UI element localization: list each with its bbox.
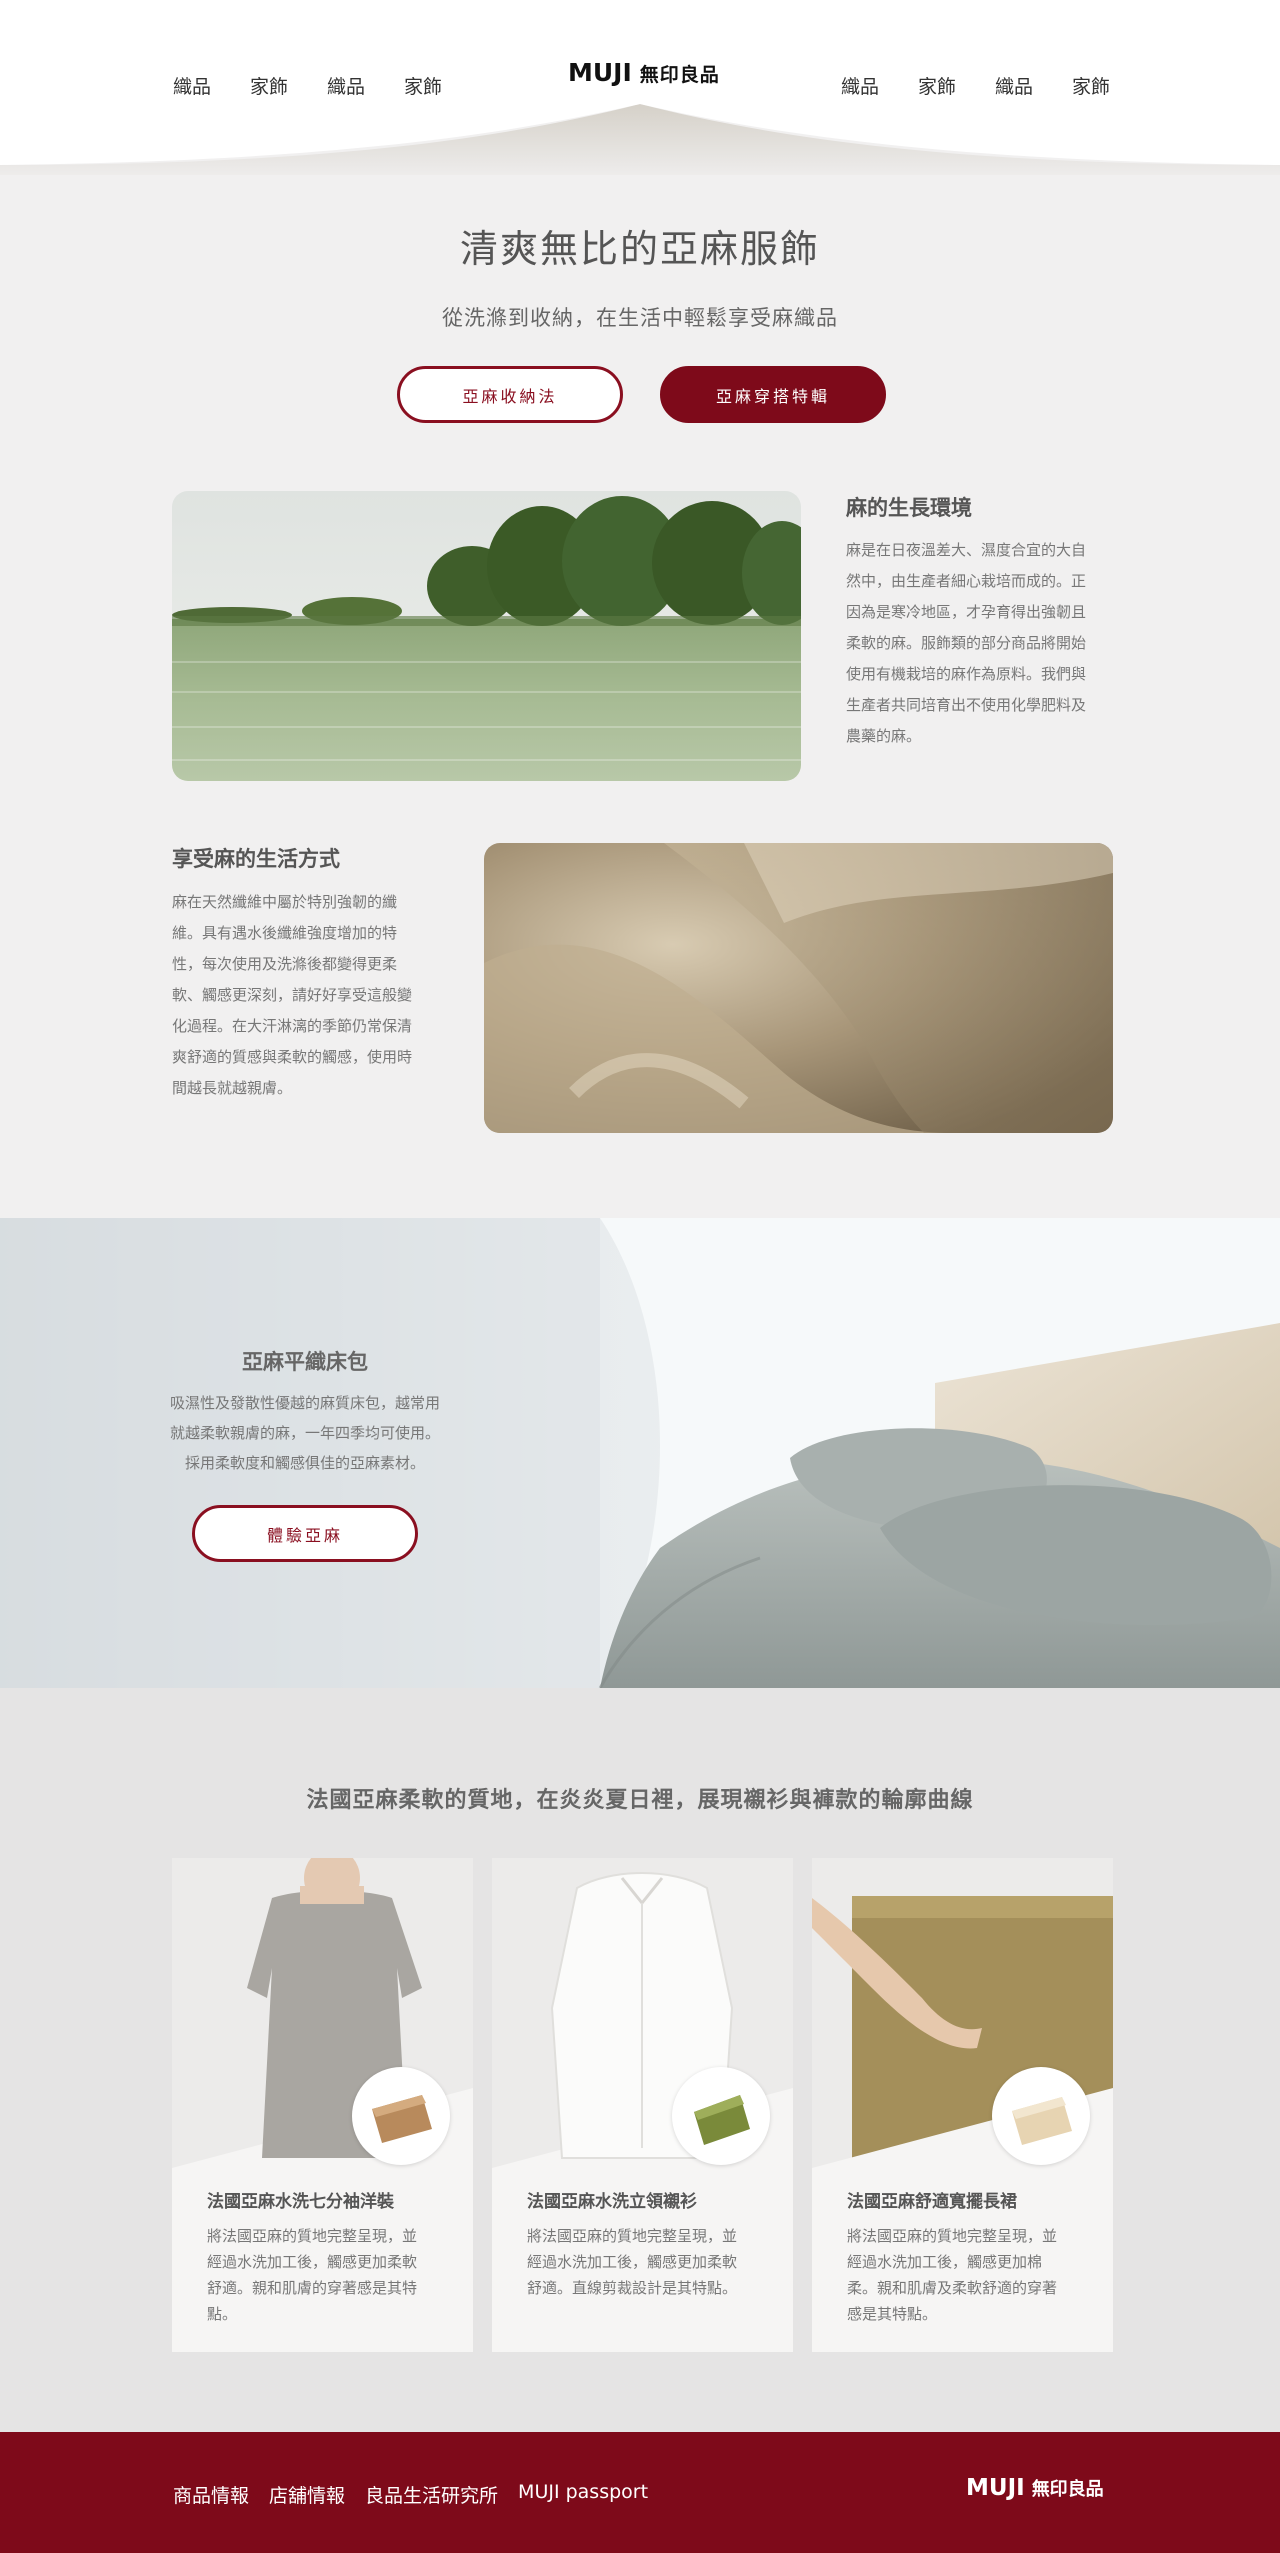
product-desc-line: 感是其特點。 — [847, 2305, 938, 2323]
products-title: 法國亞麻柔軟的質地，在炎炎夏日裡，展現襯衫與褲款的輪廓曲線 — [306, 1788, 974, 1813]
logo-cn: 無印良品 — [639, 64, 720, 86]
feature-1-title: 麻的生長環境 — [846, 496, 972, 520]
footer-link-products[interactable]: 商品情報 — [173, 2481, 249, 2508]
product-desc-line: 舒適。直線剪裁設計是其特點。 — [527, 2279, 738, 2297]
feature-1-line: 農藥的麻。 — [846, 727, 922, 745]
product-name: 法國亞麻水洗立領襯衫 — [527, 2192, 697, 2212]
feature-2-line: 性，每次使用及洗滌後都變得更柔 — [172, 955, 398, 973]
feature-2-line: 麻在天然纖維中屬於特別強韌的纖 — [172, 893, 398, 911]
product-desc-line: 柔。親和肌膚及柔軟舒適的穿著 — [847, 2279, 1058, 2297]
footer-logo-cn: 無印良品 — [1031, 2479, 1104, 2500]
feature-1-line: 生產者共同培育出不使用化學肥料及 — [846, 696, 1087, 714]
nav-right-item-4[interactable]: 家飾 — [1072, 72, 1149, 99]
nav-left-item-2[interactable]: 家飾 — [250, 72, 327, 99]
product-card[interactable]: 法國亞麻舒適寬擺長裙 將法國亞麻的質地完整呈現，並 經過水洗加工後，觸感更加棉 … — [812, 1858, 1113, 2352]
product-desc-line: 將法國亞麻的質地完整呈現，並 — [207, 2227, 418, 2245]
nav-right-item-1[interactable]: 織品 — [841, 72, 918, 99]
product-desc: 將法國亞麻的質地完整呈現，並 經過水洗加工後，觸感更加棉 柔。親和肌膚及柔軟舒適… — [847, 2223, 1087, 2327]
footer-link-passport[interactable]: MUJI passport — [518, 2481, 648, 2508]
site-footer: 商品情報 店舖情報 良品生活研究所 MUJI passport MUJI 無印良… — [0, 2432, 1280, 2553]
nav-left: 織品 家飾 織品 家飾 — [173, 72, 481, 99]
product-desc-line: 經過水洗加工後，觸感更加柔軟 — [207, 2253, 418, 2271]
feature-2-line: 間越長就越親膚。 — [172, 1079, 293, 1097]
product-fabric-swatch — [992, 2067, 1090, 2165]
linen-storage-button[interactable]: 亞麻收納法 — [397, 366, 623, 423]
feature-2-line: 軟、觸感更深刻，請好好享受這般變 — [172, 986, 413, 1004]
bedding-line: 吸濕性及發散性優越的麻質床包，越常用 — [169, 1394, 440, 1412]
product-fabric-swatch — [352, 2067, 450, 2165]
bedding-line: 採用柔軟度和觸感俱佳的亞麻素材。 — [184, 1454, 425, 1472]
feature-1-line: 使用有機栽培的麻作為原料。我們與 — [846, 665, 1087, 683]
product-desc-line: 舒適。親和肌膚的穿著感是其特 — [207, 2279, 418, 2297]
feature-1-text: 麻是在日夜溫差大、濕度合宜的大自 然中，由生產者細心栽培而成的。正 因為是寒冷地… — [846, 535, 1116, 752]
nav-left-item-4[interactable]: 家飾 — [404, 72, 481, 99]
product-desc: 將法國亞麻的質地完整呈現，並 經過水洗加工後，觸感更加柔軟 舒適。直線剪裁設計是… — [527, 2223, 767, 2301]
feature-2-line: 爽舒適的質感與柔軟的觸感，使用時 — [172, 1048, 413, 1066]
feature-2-title: 享受麻的生活方式 — [172, 847, 340, 871]
linen-fabric-photo — [484, 843, 1113, 1133]
logo-latin: MUJI — [568, 58, 632, 87]
muji-logo[interactable]: MUJI 無印良品 — [568, 58, 720, 87]
feature-1-line: 然中，由生產者細心栽培而成的。正 — [846, 572, 1087, 590]
bedding-text: 吸濕性及發散性優越的麻質床包，越常用 就越柔軟親膚的麻，一年四季均可使用。 採用… — [140, 1388, 470, 1478]
feature-2-line: 維。具有遇水後纖維強度增加的特 — [172, 924, 398, 942]
product-card[interactable]: 法國亞麻水洗七分袖洋裝 將法國亞麻的質地完整呈現，並 經過水洗加工後，觸感更加柔… — [172, 1858, 473, 2352]
product-name: 法國亞麻水洗七分袖洋裝 — [207, 2192, 394, 2212]
feature-1-line: 因為是寒冷地區，才孕育得出強韌且 — [846, 603, 1087, 621]
product-name: 法國亞麻舒適寬擺長裙 — [847, 2192, 1017, 2212]
footer-muji-logo[interactable]: MUJI 無印良品 — [966, 2475, 1104, 2501]
product-card[interactable]: 法國亞麻水洗立領襯衫 將法國亞麻的質地完整呈現，並 經過水洗加工後，觸感更加柔軟… — [492, 1858, 793, 2352]
footer-link-stores[interactable]: 店舖情報 — [269, 2481, 345, 2508]
footer-logo-latin: MUJI — [966, 2475, 1025, 2501]
feature-2-line: 化過程。在大汗淋漓的季節仍常保清 — [172, 1017, 413, 1035]
nav-right-item-2[interactable]: 家飾 — [918, 72, 995, 99]
feature-2-text: 麻在天然纖維中屬於特別強韌的纖 維。具有遇水後纖維強度增加的特 性，每次使用及洗… — [172, 887, 442, 1104]
feature-1-line: 麻是在日夜溫差大、濕度合宜的大自 — [846, 541, 1087, 559]
nav-right-item-3[interactable]: 織品 — [995, 72, 1072, 99]
bedding-line: 就越柔軟親膚的麻，一年四季均可使用。 — [169, 1424, 440, 1442]
product-desc: 將法國亞麻的質地完整呈現，並 經過水洗加工後，觸感更加柔軟 舒適。親和肌膚的穿著… — [207, 2223, 447, 2327]
product-desc-line: 將法國亞麻的質地完整呈現，並 — [527, 2227, 738, 2245]
page-subtitle: 從洗滌到收納，在生活中輕鬆享受麻織品 — [442, 306, 838, 330]
nav-left-item-1[interactable]: 織品 — [173, 72, 250, 99]
flax-field-photo — [172, 491, 801, 781]
nav-right: 織品 家飾 織品 家飾 — [841, 72, 1149, 99]
nav-left-item-3[interactable]: 織品 — [327, 72, 404, 99]
linen-styling-button[interactable]: 亞麻穿搭特輯 — [660, 366, 886, 423]
site-header: 織品 家飾 織品 家飾 MUJI 無印良品 織品 家飾 織品 家飾 — [0, 0, 1280, 175]
product-fabric-swatch — [672, 2067, 770, 2165]
product-desc-line: 點。 — [207, 2305, 238, 2323]
product-desc-line: 經過水洗加工後，觸感更加柔軟 — [527, 2253, 738, 2271]
experience-linen-button[interactable]: 體驗亞麻 — [192, 1505, 418, 1562]
footer-link-lab[interactable]: 良品生活研究所 — [365, 2481, 498, 2508]
product-desc-line: 將法國亞麻的質地完整呈現，並 — [847, 2227, 1058, 2245]
product-desc-line: 經過水洗加工後，觸感更加棉 — [847, 2253, 1043, 2271]
feature-1-line: 柔軟的麻。服飾類的部分商品將開始 — [846, 634, 1087, 652]
footer-nav: 商品情報 店舖情報 良品生活研究所 MUJI passport — [173, 2481, 648, 2508]
bedding-title: 亞麻平織床包 — [242, 1350, 368, 1374]
page-title: 清爽無比的亞麻服飾 — [459, 227, 820, 271]
